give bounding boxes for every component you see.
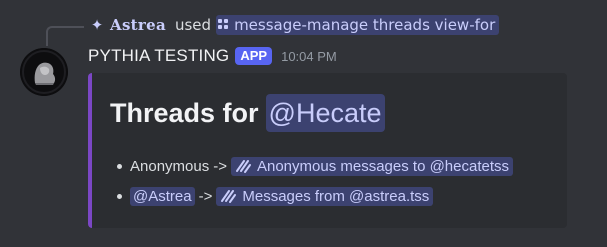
arrow-text: -> bbox=[198, 187, 213, 205]
command-name: message-manage threads view-for bbox=[234, 16, 496, 34]
thread-list: Anonymous -> Anonymous messages to @heca… bbox=[110, 151, 514, 211]
list-item: @Astrea -> Messages from @astrea.tss bbox=[110, 181, 513, 211]
message-header: PYTHIA TESTING APP 10:04 PM bbox=[88, 44, 337, 68]
message-timestamp[interactable]: 10:04 PM bbox=[281, 49, 337, 64]
embed-title-mention[interactable]: @Hecate bbox=[265, 94, 385, 132]
slash-command-icon bbox=[218, 19, 230, 31]
sparkle-icon: ✦ bbox=[90, 16, 104, 34]
bullet bbox=[117, 163, 122, 169]
app-badge: APP bbox=[235, 47, 273, 65]
command-usage-line: ✦ Astrea used message-manage threads vie… bbox=[88, 13, 500, 37]
thread-link[interactable]: Messages from @astrea.tss bbox=[216, 186, 434, 206]
bullet bbox=[117, 193, 122, 199]
thread-icon bbox=[235, 160, 251, 173]
embed-title-text: Threads for bbox=[110, 97, 259, 128]
thread-link[interactable]: Anonymous messages to @hecatetss bbox=[230, 156, 514, 176]
command-mention[interactable]: message-manage threads view-for bbox=[216, 15, 500, 35]
list-item: Anonymous -> Anonymous messages to @heca… bbox=[110, 151, 514, 181]
used-label: used bbox=[174, 16, 212, 34]
user-mention[interactable]: @Astrea bbox=[130, 186, 195, 206]
command-user-name[interactable]: Astrea bbox=[110, 16, 166, 34]
embed-title: Threads for @Hecate bbox=[110, 92, 385, 134]
arrow-text: -> bbox=[213, 157, 227, 175]
thread-name: Anonymous messages to @hecatetss bbox=[256, 157, 510, 175]
thread-icon bbox=[221, 190, 237, 203]
bot-avatar-icon bbox=[20, 48, 68, 96]
embed-card: Threads for @Hecate Anonymous -> Anonymo… bbox=[88, 73, 567, 228]
reply-connector bbox=[40, 12, 84, 46]
author-name[interactable]: PYTHIA TESTING bbox=[88, 46, 229, 66]
thread-user-label: Anonymous bbox=[130, 157, 210, 175]
thread-name: Messages from @astrea.tss bbox=[242, 187, 430, 205]
avatar[interactable] bbox=[20, 48, 68, 96]
embed-accent-bar bbox=[88, 73, 92, 228]
